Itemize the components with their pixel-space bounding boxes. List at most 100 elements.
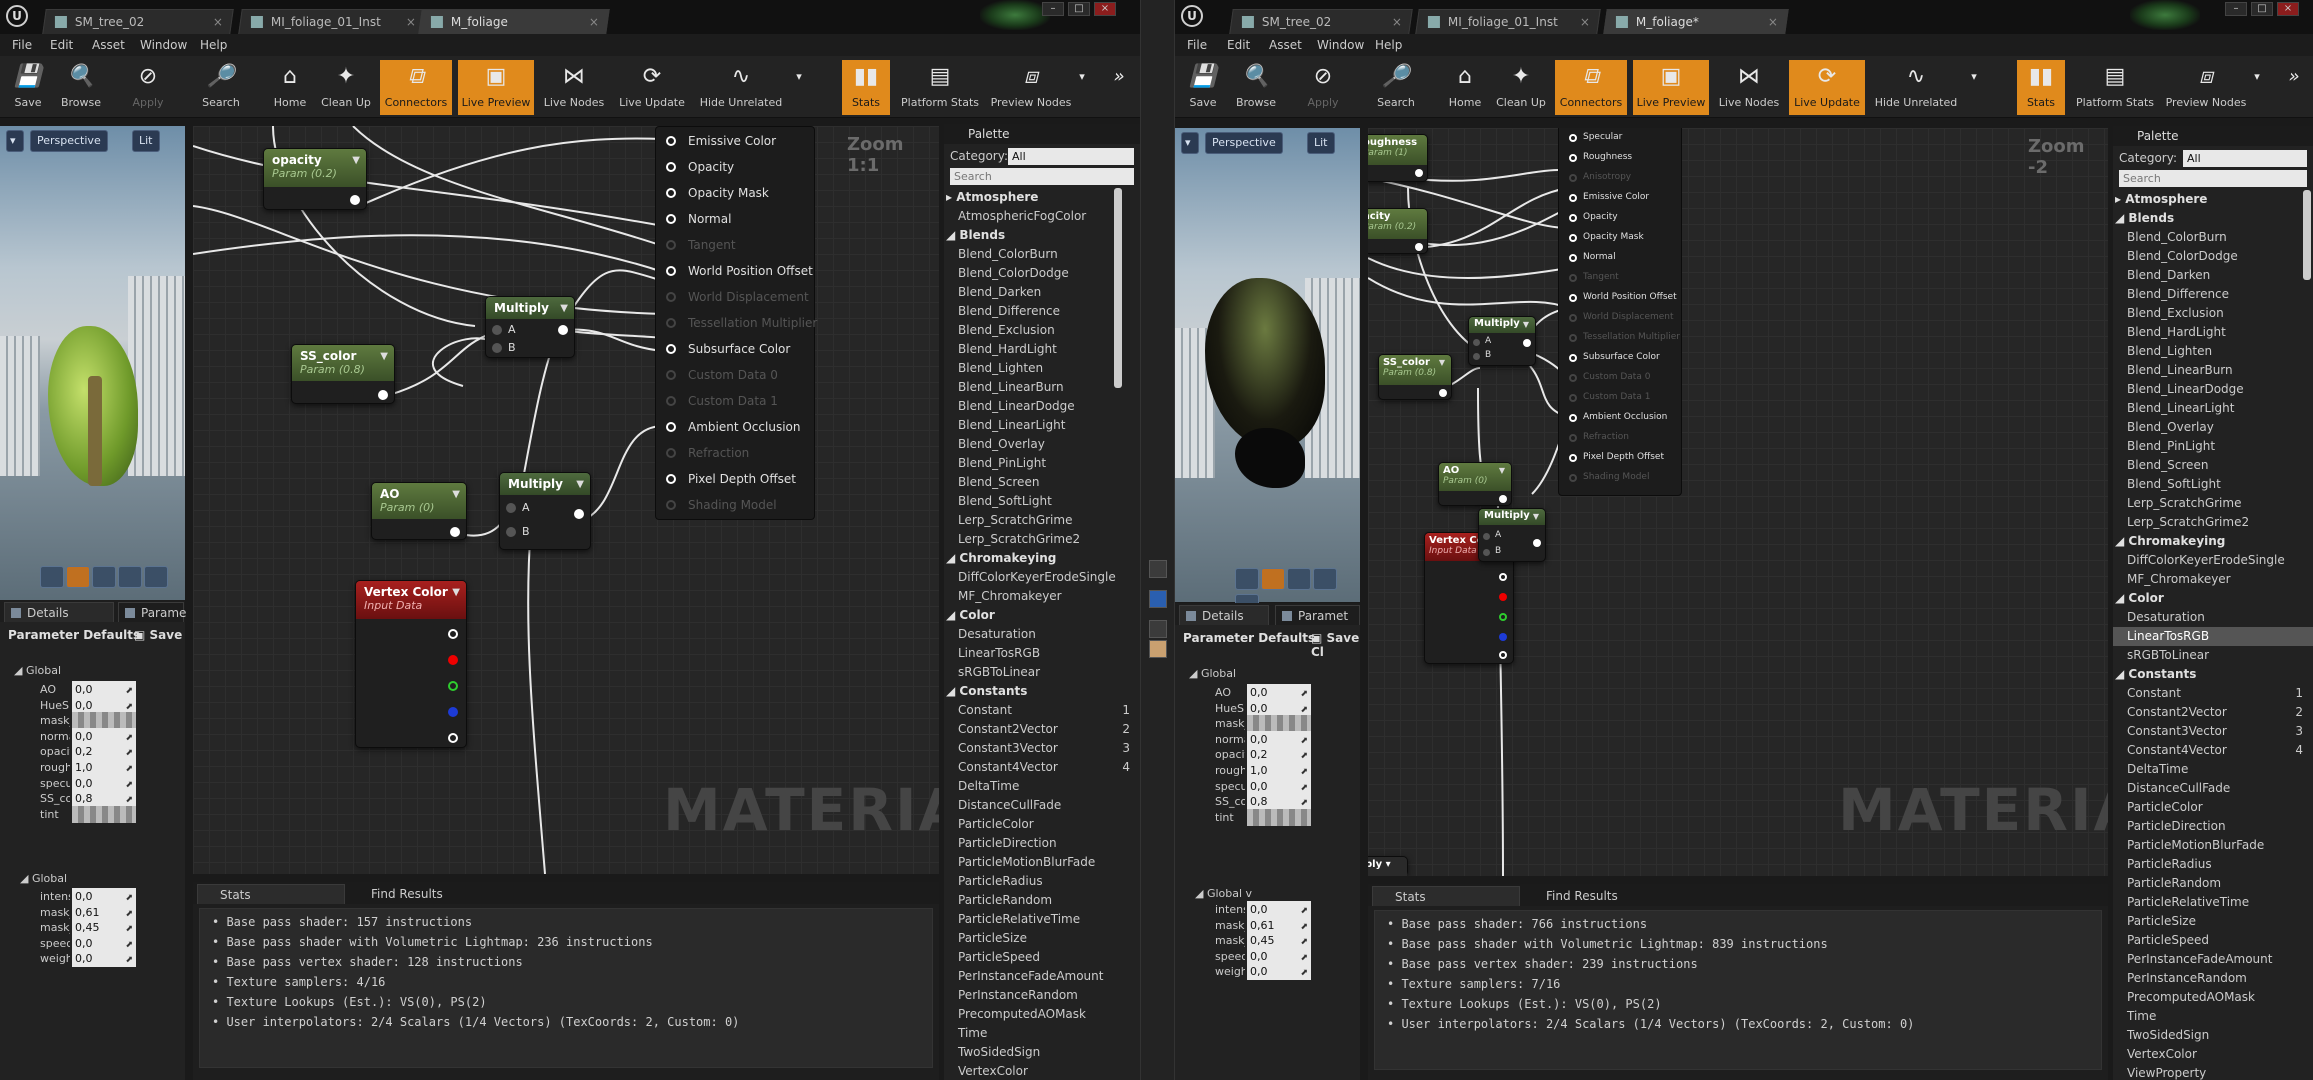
- input-pin[interactable]: [666, 292, 676, 302]
- palette-category[interactable]: ◢ Constants: [944, 682, 1140, 701]
- palette-category[interactable]: ▸ Atmosphere: [2113, 190, 2313, 209]
- palette-item[interactable]: PerInstanceRandom: [944, 986, 1140, 1005]
- input-pin-a[interactable]: [506, 503, 516, 513]
- input-pin[interactable]: [1569, 254, 1577, 262]
- stats-button[interactable]: ▮▮ Stats: [842, 60, 890, 115]
- output-pin-a[interactable]: [448, 733, 458, 743]
- input-pin[interactable]: [666, 318, 676, 328]
- output-pin-r[interactable]: [1499, 593, 1507, 601]
- param-row[interactable]: weigh 0,0 ⬈: [0, 948, 180, 970]
- close-icon[interactable]: ×: [589, 10, 599, 34]
- expand-arrow-icon[interactable]: ▸: [946, 190, 956, 204]
- close-icon[interactable]: ×: [1580, 10, 1590, 34]
- palette-item[interactable]: ParticleColor: [944, 815, 1140, 834]
- menu-window[interactable]: Window: [140, 38, 187, 52]
- node-opacity-param[interactable]: opacity Param (0.2) ▼: [263, 148, 367, 210]
- chevron-down-icon[interactable]: ▼: [1439, 358, 1445, 367]
- expand-arrow-icon[interactable]: ◢: [946, 228, 959, 242]
- palette-scrollbar[interactable]: [1114, 188, 1122, 388]
- input-pin[interactable]: [1569, 414, 1577, 422]
- palette-item[interactable]: ParticleRelativeTime: [944, 910, 1140, 929]
- palette-item[interactable]: Desaturation: [944, 625, 1140, 644]
- tool-icon[interactable]: [1149, 590, 1167, 608]
- cleanup-button[interactable]: ✦ Clean Up: [318, 60, 374, 115]
- hide-unrelated-button[interactable]: ∿ Hide Unrelated: [696, 60, 786, 115]
- palette-category[interactable]: ◢ Blends: [944, 226, 1140, 245]
- palette-item[interactable]: Blend_PinLight: [2113, 437, 2313, 456]
- palette-search-input[interactable]: Search: [2119, 170, 2307, 187]
- close-icon[interactable]: ×: [213, 10, 223, 34]
- palette-item[interactable]: Constant4Vector 4: [944, 758, 1140, 777]
- perspective-button[interactable]: Perspective: [1205, 132, 1283, 154]
- material-graph[interactable]: Zoom 1:1 MATERIAL opacityParam (0.2) ▼ S…: [193, 126, 939, 874]
- viewport-options-icon[interactable]: ▾: [6, 130, 24, 152]
- input-pin[interactable]: [666, 188, 676, 198]
- tab-details[interactable]: Details: [1179, 605, 1269, 625]
- menu-file[interactable]: File: [12, 38, 32, 52]
- palette-item[interactable]: Desaturation: [2113, 608, 2313, 627]
- perspective-button[interactable]: Perspective: [30, 130, 108, 152]
- palette-item[interactable]: Blend_SoftLight: [944, 492, 1140, 511]
- input-pin[interactable]: [1569, 314, 1577, 322]
- browse-button[interactable]: 🔍 Browse: [1231, 60, 1281, 115]
- palette-item[interactable]: Blend_ColorBurn: [2113, 228, 2313, 247]
- input-pin[interactable]: [1569, 434, 1577, 442]
- input-pin[interactable]: [1569, 214, 1577, 222]
- palette-item[interactable]: Blend_Lighten: [2113, 342, 2313, 361]
- save-button[interactable]: 💾 Save: [1181, 60, 1225, 115]
- palette-item[interactable]: DistanceCullFade: [944, 796, 1140, 815]
- palette-item[interactable]: Lerp_ScratchGrime: [2113, 494, 2313, 513]
- palette-item[interactable]: PerInstanceFadeAmount: [944, 967, 1140, 986]
- tab-stats[interactable]: Stats: [1372, 886, 1520, 906]
- live-preview-button[interactable]: ▣ Live Preview: [458, 60, 534, 115]
- palette-item[interactable]: ParticleRandom: [2113, 874, 2313, 893]
- close-icon[interactable]: ×: [1768, 10, 1778, 34]
- palette-item[interactable]: MF_Chromakeyer: [944, 587, 1140, 606]
- palette-item[interactable]: Blend_Exclusion: [944, 321, 1140, 340]
- menu-window[interactable]: Window: [1317, 38, 1364, 52]
- output-pin-g[interactable]: [448, 681, 458, 691]
- palette-item[interactable]: MF_Chromakeyer: [2113, 570, 2313, 589]
- lit-button[interactable]: Lit: [1307, 132, 1335, 154]
- palette-item[interactable]: Constant 1: [2113, 684, 2313, 703]
- palette-item[interactable]: VertexColor: [2113, 1045, 2313, 1064]
- home-button[interactable]: ⌂ Home: [1443, 60, 1487, 115]
- live-nodes-button[interactable]: ⋈ Live Nodes: [540, 60, 608, 115]
- output-pin[interactable]: [574, 509, 584, 519]
- save-defaults-button[interactable]: ▣ Save: [134, 628, 182, 642]
- group-global[interactable]: ◢ Global: [1189, 667, 1236, 680]
- output-pin-g[interactable]: [1499, 613, 1507, 621]
- palette-item[interactable]: Blend_LinearLight: [2113, 399, 2313, 418]
- param-row[interactable]: tint ⬈: [0, 804, 180, 826]
- lit-button[interactable]: Lit: [132, 130, 160, 152]
- palette-item[interactable]: Blend_Exclusion: [2113, 304, 2313, 323]
- material-graph[interactable]: Zoom -2 MATERIAL oughnessParam (1) acity…: [1368, 128, 2108, 876]
- tab-mi-foliage[interactable]: MI_foliage_01_Inst ×: [1415, 9, 1601, 34]
- platform-stats-button[interactable]: ▤ Platform Stats: [2073, 60, 2157, 115]
- chevron-down-icon[interactable]: ▼: [560, 303, 568, 314]
- source-control-icon[interactable]: [980, 0, 1050, 30]
- spin-arrow-icon[interactable]: ⬈: [1300, 965, 1308, 982]
- overflow-icon[interactable]: »: [1108, 60, 1130, 115]
- tab-parameters[interactable]: Paramet: [1275, 605, 1360, 625]
- tab-sm-tree[interactable]: SM_tree_02 ×: [1229, 9, 1413, 34]
- expand-arrow-icon[interactable]: ◢: [2115, 667, 2128, 681]
- palette-category[interactable]: ◢ Constants: [2113, 665, 2313, 684]
- group-global-2[interactable]: ◢ Global: [20, 872, 67, 885]
- node-opacity-param[interactable]: acityParam (0.2): [1368, 208, 1428, 254]
- input-pin-b[interactable]: [492, 343, 502, 353]
- input-pin-a[interactable]: [1483, 533, 1490, 540]
- minimize-icon[interactable]: –: [1042, 2, 1064, 16]
- preview-viewport[interactable]: ▾ Perspective Lit: [1175, 128, 1360, 616]
- output-pin[interactable]: [1533, 539, 1541, 547]
- live-nodes-button[interactable]: ⋈ Live Nodes: [1715, 60, 1783, 115]
- palette-item[interactable]: Lerp_ScratchGrime2: [2113, 513, 2313, 532]
- palette-item[interactable]: Blend_SoftLight: [2113, 475, 2313, 494]
- input-pin[interactable]: [1569, 134, 1577, 142]
- input-pin[interactable]: [1569, 454, 1577, 462]
- input-pin-b[interactable]: [1483, 549, 1490, 556]
- input-pin[interactable]: [666, 500, 676, 510]
- output-pin-b[interactable]: [448, 707, 458, 717]
- palette-search-input[interactable]: Search: [950, 168, 1134, 185]
- output-pin[interactable]: [350, 195, 360, 205]
